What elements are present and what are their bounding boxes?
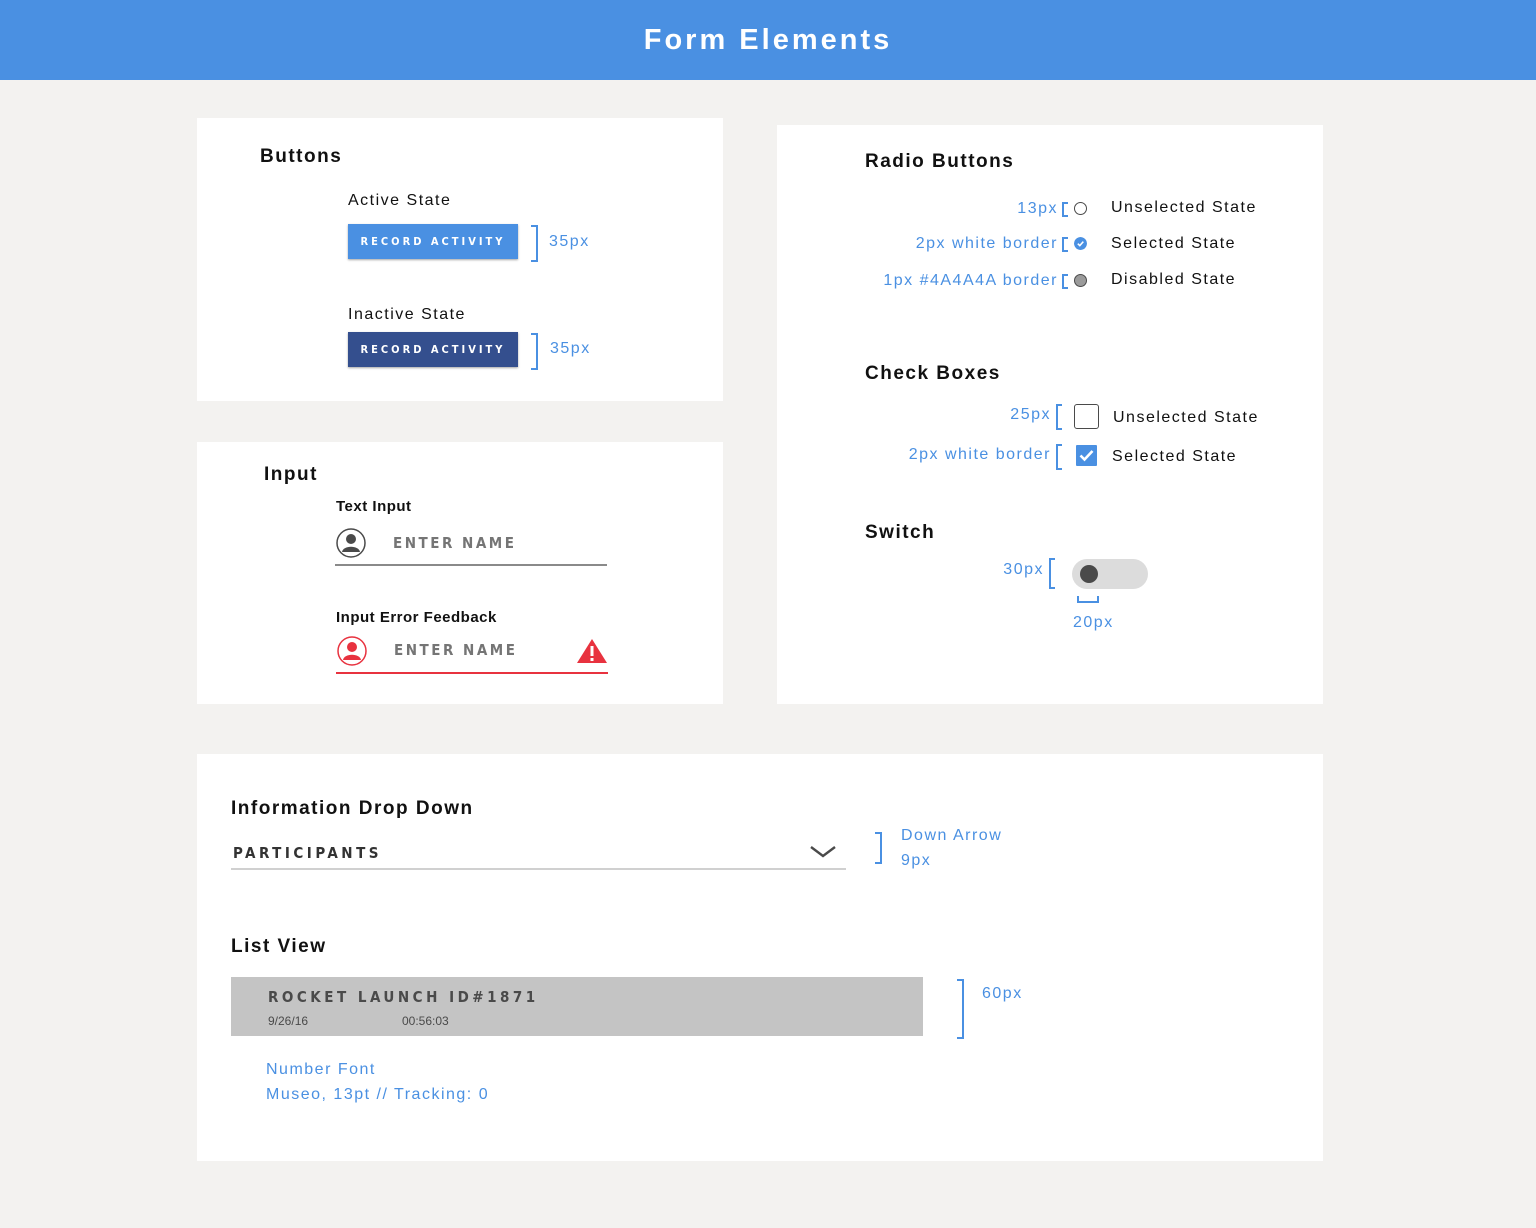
- checkbox-unselected[interactable]: [1074, 404, 1099, 429]
- input-error-label: Input Error Feedback: [336, 609, 497, 626]
- radio-annotation: 1px #4A4A4A border: [883, 272, 1058, 289]
- radio-selected[interactable]: [1074, 237, 1087, 250]
- radio-annotation: 13px: [1017, 200, 1058, 217]
- warning-icon: [577, 639, 607, 663]
- dimension-bracket: [1062, 202, 1068, 217]
- page-header: Form Elements: [0, 0, 1536, 80]
- name-text-input[interactable]: [393, 532, 603, 554]
- active-button-height-annotation: 35px: [549, 233, 590, 250]
- dimension-bracket: [957, 979, 964, 1039]
- checkbox-label: Unselected State: [1113, 409, 1259, 426]
- dropdown-arrow-annotation: Down Arrow: [901, 827, 1003, 844]
- buttons-heading: Buttons: [260, 146, 343, 167]
- switch-width-annotation: 20px: [1073, 614, 1114, 631]
- record-activity-button-inactive[interactable]: RECORD ACTIVITY: [348, 332, 518, 367]
- list-item[interactable]: ROCKET LAUNCH ID#1871 9/26/16 00:56:03: [231, 977, 923, 1036]
- dimension-bracket: [1062, 274, 1068, 289]
- list-view-heading: List View: [231, 936, 327, 957]
- list-item-height-annotation: 60px: [982, 985, 1023, 1002]
- input-panel: Input Text Input Input Error Feedback: [197, 442, 723, 704]
- checkbox-selected[interactable]: [1074, 443, 1099, 468]
- checkbox-annotation: 2px white border: [908, 446, 1051, 463]
- radio-buttons-heading: Radio Buttons: [865, 151, 1015, 172]
- dimension-bracket: [531, 333, 538, 370]
- dropdown-selected-value: PARTICIPANTS: [233, 844, 382, 862]
- dimension-bracket: [1056, 404, 1062, 430]
- active-state-label: Active State: [348, 192, 452, 209]
- participants-dropdown[interactable]: PARTICIPANTS: [231, 838, 846, 870]
- radio-annotation: 2px white border: [915, 235, 1058, 252]
- toggle-switch[interactable]: [1072, 559, 1148, 589]
- input-heading: Input: [264, 464, 318, 485]
- list-item-time: 00:56:03: [402, 1014, 449, 1028]
- radio-label: Selected State: [1111, 235, 1237, 252]
- chevron-down-icon: [810, 846, 836, 858]
- list-item-date: 9/26/16: [268, 1014, 309, 1028]
- radio-unselected[interactable]: [1074, 202, 1087, 215]
- dimension-bracket: [875, 832, 882, 864]
- switch-heading: Switch: [865, 522, 936, 543]
- dimension-bracket: [1049, 558, 1055, 589]
- inactive-button-height-annotation: 35px: [550, 340, 591, 357]
- switch-knob: [1080, 565, 1098, 583]
- checkbox-annotation: 25px: [1010, 406, 1051, 423]
- dimension-bracket: [1056, 444, 1062, 470]
- selection-controls-panel: Radio Buttons 13px Unselected State 2px …: [777, 125, 1323, 704]
- page-title: Form Elements: [643, 23, 893, 56]
- dropdown-list-panel: Information Drop Down PARTICIPANTS Down …: [197, 754, 1323, 1161]
- font-note-label: Number Font: [266, 1061, 376, 1078]
- radio-label: Unselected State: [1111, 199, 1257, 216]
- radio-disabled: [1074, 274, 1087, 287]
- name-error-input[interactable]: [394, 639, 564, 661]
- text-input-label: Text Input: [336, 498, 412, 515]
- buttons-panel: Buttons Active State RECORD ACTIVITY 35p…: [197, 118, 723, 401]
- dimension-bracket: [531, 225, 538, 262]
- dimension-bracket: [1062, 237, 1068, 252]
- dropdown-heading: Information Drop Down: [231, 798, 474, 819]
- user-icon: [337, 636, 367, 666]
- font-note-spec: Museo, 13pt // Tracking: 0: [266, 1086, 490, 1103]
- check-boxes-heading: Check Boxes: [865, 363, 1001, 384]
- dimension-bracket: [1077, 596, 1099, 603]
- list-item-title: ROCKET LAUNCH ID#1871: [268, 988, 539, 1006]
- input-underline: [335, 564, 607, 566]
- input-error-underline: [336, 672, 608, 674]
- record-activity-button-active[interactable]: RECORD ACTIVITY: [348, 224, 518, 259]
- user-icon: [336, 528, 366, 558]
- inactive-state-label: Inactive State: [348, 306, 466, 323]
- checkbox-label: Selected State: [1112, 448, 1238, 465]
- switch-height-annotation: 30px: [1003, 561, 1044, 578]
- dropdown-arrow-size-annotation: 9px: [901, 852, 932, 869]
- radio-label: Disabled State: [1111, 271, 1237, 288]
